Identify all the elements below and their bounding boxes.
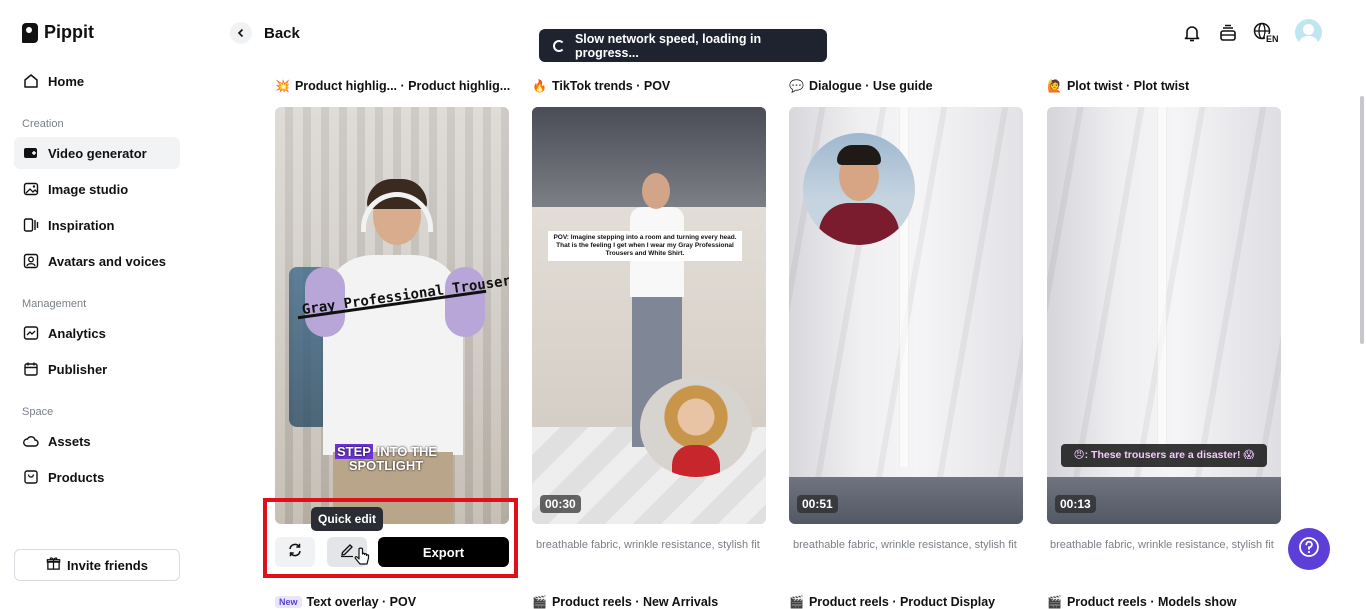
invite-label: Invite friends <box>67 557 148 573</box>
invite-friends-button[interactable]: Invite friends <box>14 549 180 581</box>
video-thumbnail-4[interactable]: 😠: These trousers are a disaster! 😱 00:1… <box>1047 107 1281 524</box>
card-title-3: 💬 Dialogue · Use guide <box>789 79 933 93</box>
sidebar-item-inspiration[interactable]: Inspiration <box>14 209 180 241</box>
analytics-icon <box>23 325 39 341</box>
duration-badge: 00:51 <box>797 495 838 513</box>
avatar-icon <box>23 253 39 269</box>
person-emoji-icon: 🙋 <box>1047 79 1062 93</box>
speech-bubble-icon: 💬 <box>789 79 804 93</box>
help-button[interactable] <box>1288 528 1330 570</box>
image-icon <box>23 181 39 197</box>
fire-emoji-icon: 🔥 <box>532 79 547 93</box>
new-badge: New <box>275 596 302 608</box>
sidebar-item-label: Video generator <box>48 145 147 161</box>
inspiration-icon <box>23 217 39 233</box>
video-caption: STEP INTO THE SPOTLIGHT <box>335 444 438 473</box>
chevron-left-icon <box>230 22 252 44</box>
loading-spinner-icon <box>553 39 565 52</box>
cloud-icon <box>23 433 39 449</box>
sidebar-item-publisher[interactable]: Publisher <box>14 353 180 385</box>
video-plus-icon <box>23 145 39 161</box>
app-logo[interactable]: Pippit <box>22 22 94 43</box>
video-thumbnail-2[interactable]: POV: Imagine stepping into a room and tu… <box>532 107 766 524</box>
sidebar-item-label: Image studio <box>48 181 129 197</box>
top-toolbar: EN <box>1181 19 1322 46</box>
avatar-bubble <box>803 133 915 245</box>
video-subtitle: 😠: These trousers are a disaster! 😱 <box>1061 444 1267 467</box>
gift-icon <box>46 556 61 574</box>
sidebar: Pippit Home Creation Video generator Ima… <box>0 0 196 605</box>
clapper-emoji-icon: 🎬 <box>1047 595 1062 609</box>
video-thumbnail-3[interactable]: 00:51 <box>789 107 1023 524</box>
sidebar-item-label: Analytics <box>48 325 106 341</box>
avatar-bubble <box>640 377 752 477</box>
question-mark-icon <box>1298 536 1320 563</box>
calendar-icon <box>23 361 39 377</box>
network-toast: Slow network speed, loading in progress.… <box>539 29 827 62</box>
sidebar-item-video-generator[interactable]: Video generator <box>14 137 180 169</box>
box-icon <box>23 469 39 485</box>
card-title-4: 🙋 Plot twist · Plot twist <box>1047 79 1190 93</box>
card-description-3: breathable fabric, wrinkle resistance, s… <box>793 539 1017 551</box>
layers-icon[interactable] <box>1217 22 1239 44</box>
card-title-5: New Text overlay · POV <box>275 595 416 609</box>
section-label-management: Management <box>22 298 87 310</box>
sidebar-item-label: Publisher <box>48 361 108 377</box>
sidebar-item-home[interactable]: Home <box>14 65 180 97</box>
sidebar-item-image-studio[interactable]: Image studio <box>14 173 180 205</box>
toast-text: Slow network speed, loading in progress.… <box>574 31 762 60</box>
sidebar-item-label: Home <box>48 73 85 89</box>
sidebar-item-analytics[interactable]: Analytics <box>14 317 180 349</box>
card-description-4: breathable fabric, wrinkle resistance, s… <box>1050 539 1274 551</box>
back-button[interactable]: Back <box>230 22 300 44</box>
clapper-emoji-icon: 🎬 <box>532 595 547 609</box>
sidebar-item-label: Avatars and voices <box>48 253 167 269</box>
section-label-creation: Creation <box>22 118 64 130</box>
language-globe-icon[interactable]: EN <box>1253 22 1281 44</box>
language-code: EN <box>1265 33 1280 44</box>
card-title-1: 💥 Product highlig... · Product highlig..… <box>275 79 511 93</box>
section-label-space: Space <box>22 406 54 418</box>
sidebar-item-label: Products <box>48 469 105 485</box>
duration-badge: 00:13 <box>1055 495 1096 513</box>
video-caption: POV: Imagine stepping into a room and tu… <box>548 231 742 261</box>
app-name: Pippit <box>44 22 94 42</box>
duration-badge: 00:30 <box>540 495 581 513</box>
clapper-emoji-icon: 🎬 <box>789 595 804 609</box>
card-title-2: 🔥 TikTok trends · POV <box>532 79 671 93</box>
sidebar-item-label: Inspiration <box>48 217 115 233</box>
bell-icon[interactable] <box>1181 22 1203 44</box>
card-description-2: breathable fabric, wrinkle resistance, s… <box>536 539 760 551</box>
burst-emoji-icon: 💥 <box>275 79 290 93</box>
video-thumbnail-1[interactable]: Gray Professional Trousers STEP INTO THE… <box>275 107 509 524</box>
pippit-logo-icon <box>22 22 38 43</box>
sidebar-item-assets[interactable]: Assets <box>14 425 180 457</box>
sidebar-item-avatars-and-voices[interactable]: Avatars and voices <box>14 245 180 277</box>
highlight-box <box>263 498 518 578</box>
card-title-8: 🎬 Product reels · Models show <box>1047 595 1237 609</box>
sidebar-item-products[interactable]: Products <box>14 461 180 493</box>
sidebar-item-label: Assets <box>48 433 91 449</box>
card-title-6: 🎬 Product reels · New Arrivals <box>532 595 719 609</box>
home-icon <box>23 73 39 89</box>
back-label: Back <box>264 24 300 42</box>
user-avatar[interactable] <box>1295 19 1322 46</box>
card-title-7: 🎬 Product reels · Product Display <box>789 595 996 609</box>
page-scrollbar[interactable] <box>1360 96 1364 344</box>
